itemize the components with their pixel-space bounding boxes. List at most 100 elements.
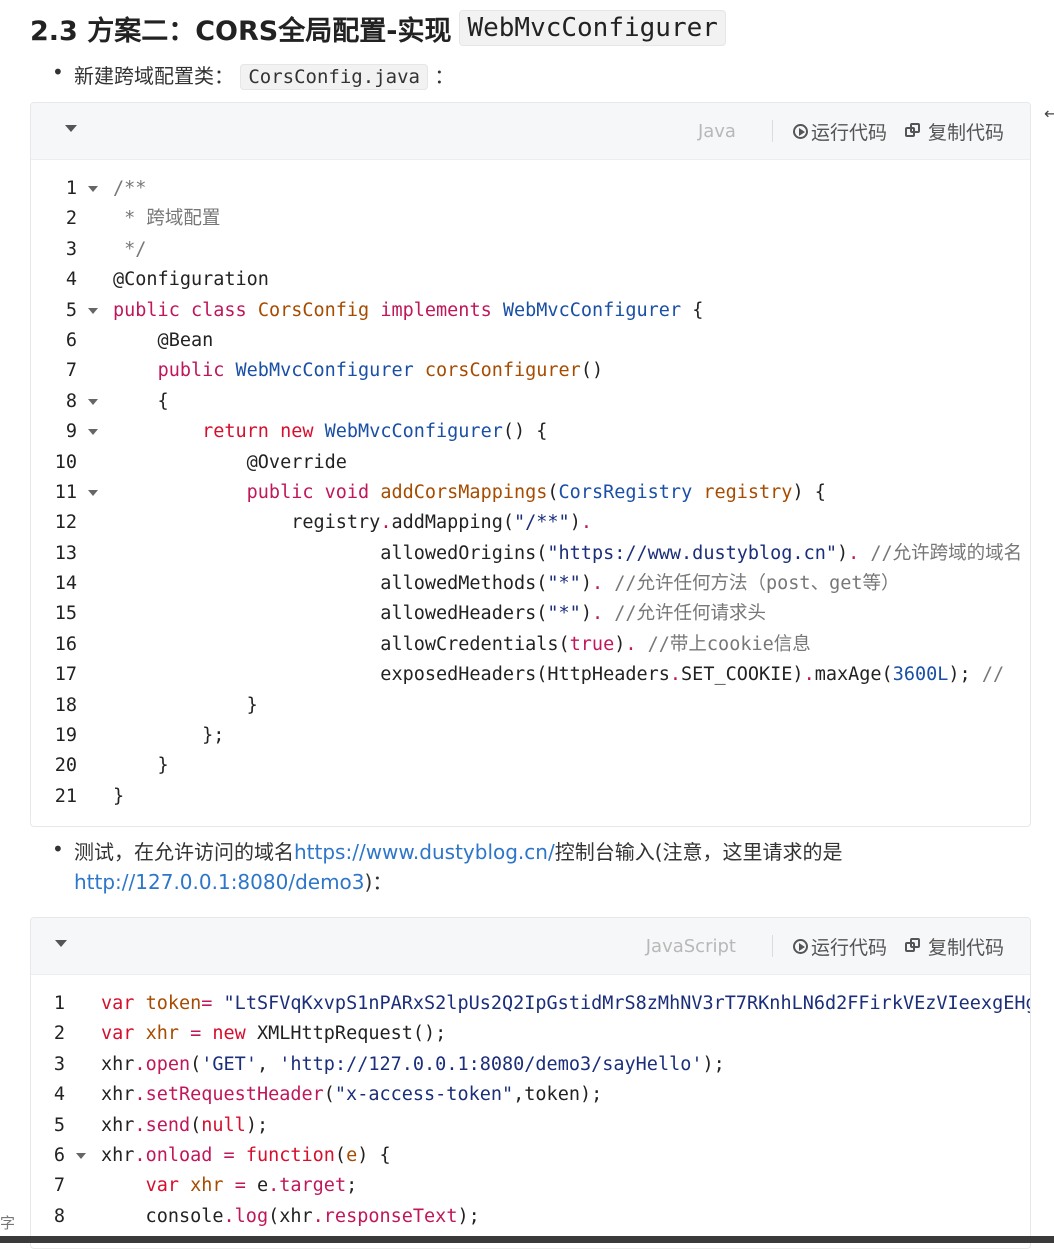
request-url-link[interactable]: http://127.0.0.1:8080/demo3 <box>74 870 365 894</box>
code-line: 19 }; <box>31 721 1030 751</box>
code-text: @Configuration <box>113 265 269 295</box>
code-token: "*" <box>547 603 581 625</box>
side-char: 字 <box>0 1214 16 1232</box>
line-number: 5 <box>53 1114 65 1136</box>
code-token: * 跨域配置 <box>113 208 221 230</box>
code-token: @Override <box>113 451 347 473</box>
code-token: ( <box>190 1053 202 1075</box>
code-token: ); <box>457 1205 480 1227</box>
line-number: 4 <box>53 1084 65 1106</box>
line-number: 1 <box>65 178 77 199</box>
fold-gutter <box>65 1171 101 1201</box>
copy-code-button[interactable]: 复制代码 <box>904 118 1004 145</box>
bullet-text: )： <box>364 870 393 894</box>
fold-arrow-icon[interactable] <box>77 174 113 204</box>
allowed-domain-link[interactable]: https://www.dustyblog.cn/ <box>294 840 555 864</box>
line-number: 9 <box>65 421 77 443</box>
copy-code-button[interactable]: 复制代码 <box>904 933 1004 960</box>
fold-arrow-icon[interactable] <box>77 478 113 508</box>
code-token: exposedHeaders(HttpHeaders <box>113 664 670 686</box>
code-token: xhr <box>190 1175 224 1197</box>
code-text: allowedHeaders("*"). //允许任何请求头 <box>113 599 766 629</box>
line-number: 15 <box>54 603 77 625</box>
code-line: 11 public void addCorsMappings(CorsRegis… <box>31 478 1030 508</box>
bullet-suffix: ： <box>434 64 455 88</box>
fold-gutter <box>77 204 113 234</box>
code-token: "LtSFVqKxvpS1nPARxS2lpUs2Q2IpGstidMrS8zM… <box>223 993 1031 1014</box>
code-token: // <box>981 664 1005 686</box>
bottom-taskbar-strip <box>0 1236 1054 1243</box>
fold-gutter <box>65 1080 101 1110</box>
back-arrow-icon[interactable]: ⟵ <box>1044 104 1054 123</box>
code-text: @Bean <box>113 326 214 356</box>
code-token: allowedHeaders( <box>113 603 548 625</box>
code-token: //允许任何请求头 <box>614 603 767 625</box>
code-token: . <box>848 542 860 564</box>
code-token: registry <box>703 481 793 503</box>
code-token: allowCredentials( <box>113 633 570 655</box>
code-line: 4 xhr.setRequestHeader("x-access-token",t… <box>31 1080 1030 1110</box>
code-token: . <box>625 633 637 655</box>
code-language-label: JavaScript <box>645 935 736 957</box>
code-token: XMLHttpRequest(); <box>245 1023 447 1045</box>
code-token: null <box>201 1114 246 1136</box>
code-token: e <box>245 1175 269 1197</box>
code-line: 1 /** <box>31 174 1030 204</box>
fold-gutter <box>65 1019 101 1049</box>
toolbar-divider <box>771 120 773 142</box>
run-code-button[interactable]: 运行代码 <box>792 118 887 145</box>
code-line: 8 { <box>31 387 1030 417</box>
javascript-code-body[interactable]: 1 var token= "LtSFVqKxvpS1nPARxS2lpUs2Q2I… <box>31 975 1030 1236</box>
java-code-body[interactable]: 1/** 2 * 跨域配置 3 */4 @Configuration 5 public c… <box>31 160 1030 816</box>
line-number: 10 <box>54 451 77 473</box>
bullet-text: 控制台输入(注意，这里请求的是 <box>554 840 843 864</box>
code-token: "*" <box>547 573 581 595</box>
collapse-toggle-icon[interactable] <box>65 125 77 132</box>
fold-arrow-icon[interactable] <box>65 1141 101 1171</box>
fold-gutter <box>65 1202 101 1232</box>
line-number: 18 <box>54 694 77 716</box>
code-text: } <box>113 751 169 781</box>
fold-gutter <box>77 539 113 569</box>
play-icon <box>792 123 808 139</box>
code-token: , <box>256 1053 280 1075</box>
code-token: . <box>268 1175 280 1197</box>
code-token: ( <box>190 1114 202 1136</box>
run-code-label: 运行代码 <box>810 121 887 144</box>
code-token: . <box>223 1205 235 1227</box>
code-token: responseText <box>323 1205 458 1227</box>
line-number: 1 <box>53 993 65 1014</box>
code-text: public WebMvcConfigurer corsConfigurer() <box>113 356 604 386</box>
fold-gutter <box>77 448 113 478</box>
code-text: xhr.onload = function(e) { <box>101 1141 391 1171</box>
code-line: 3 xhr.open('GET', 'http://127.0.0.1:8080/… <box>31 1050 1030 1080</box>
code-token: } <box>113 755 169 777</box>
line-number: 3 <box>53 1053 65 1075</box>
line-number: 7 <box>53 1175 65 1197</box>
code-line: 4 @Configuration <box>31 265 1030 295</box>
fold-arrow-icon[interactable] <box>77 417 113 447</box>
section-heading-code: WebMvcConfigurer <box>459 10 726 46</box>
code-text: registry.addMapping("/**"). <box>113 508 592 538</box>
fold-arrow-icon[interactable] <box>77 387 113 417</box>
code-token: xhr <box>101 1084 135 1106</box>
code-token: { <box>681 299 704 321</box>
line-number: 13 <box>54 542 77 564</box>
collapse-toggle-icon[interactable] <box>55 940 67 947</box>
code-line: 16 allowCredentials(true). //带上cookie信息 <box>31 630 1030 660</box>
code-token: maxAge( <box>814 664 893 686</box>
code-token: ) <box>569 512 581 534</box>
run-code-button[interactable]: 运行代码 <box>792 933 887 960</box>
fold-gutter <box>77 569 113 599</box>
fold-arrow-icon[interactable] <box>77 296 113 326</box>
